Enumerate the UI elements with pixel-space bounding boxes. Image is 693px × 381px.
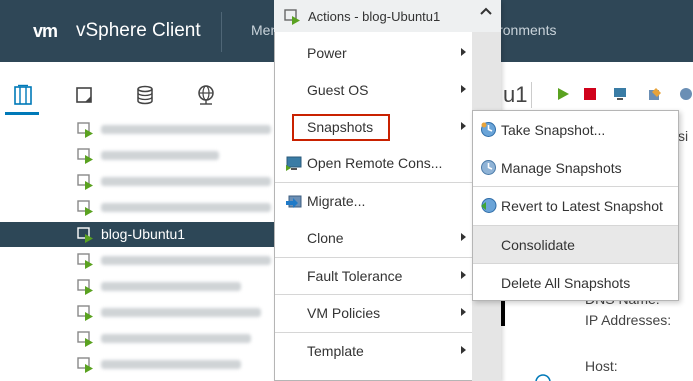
snapshots-highlight-box [292,114,390,141]
submenu-item-label: Manage Snapshots [501,160,622,176]
host-label: Host: [585,358,618,374]
vm-icon [77,200,93,216]
take-snapshot-icon [481,122,496,137]
submenu-arrow-icon [461,308,466,316]
revert-snapshot-icon [481,198,497,213]
menu-item-guest-os[interactable]: Guest OS [275,72,472,109]
edit-settings-icon[interactable] [648,87,662,101]
submenu-item-label: Delete All Snapshots [501,275,631,291]
menu-item-fault-tolerance[interactable]: Fault Tolerance [275,258,472,295]
redacted-vm-name [101,334,251,343]
submenu-item-label: Revert to Latest Snapshot [501,198,663,214]
submenu-item-delete-all-snapshots[interactable]: Delete All Snapshots [473,264,678,301]
redacted-vm-name [101,125,271,134]
power-off-icon[interactable] [583,87,597,101]
menu-item-label: VM Policies [307,305,381,321]
vm-icon [77,148,93,164]
menu-item-power[interactable]: Power [275,35,472,72]
submenu-arrow-icon [461,85,466,93]
remote-console-icon [286,156,302,171]
toolbar-divider [531,82,532,108]
menu-item-label: Fault Tolerance [307,268,403,284]
menu-item-label: Guest OS [307,82,369,98]
ip-addresses-label: IP Addresses: [585,312,672,328]
submenu-item-label: Take Snapshot... [501,122,606,138]
tree-item-vm[interactable] [0,169,275,194]
vm-icon [77,331,93,347]
vm-icon [77,357,93,373]
networking-icon[interactable] [195,84,217,106]
tree-item-vm[interactable] [0,352,275,377]
vm-icon [77,122,93,138]
tree-item-vm[interactable] [0,117,275,142]
vm-icon [77,227,93,243]
redacted-vm-name [101,308,261,317]
submenu-arrow-icon [461,233,466,241]
chevron-up-icon[interactable] [480,6,492,16]
tree-item-vm[interactable] [0,326,275,351]
hosts-and-clusters-icon[interactable] [12,84,34,106]
inventory-tabs [0,62,275,117]
header-divider [221,12,222,52]
tree-item-vm[interactable] [0,300,275,325]
menu-item-template[interactable]: Template [275,333,472,370]
menu-item-migrate[interactable]: Migrate... [275,183,472,220]
environments-link[interactable]: ironments [495,22,556,38]
vm-icon [77,279,93,295]
active-tab-indicator [5,112,39,115]
vm-icon [284,9,300,25]
submenu-item-label: Consolidate [501,237,575,253]
submenu-item-take-snapshot[interactable]: Take Snapshot... [473,111,678,148]
actions-menu-title: Actions - blog-Ubuntu1 [308,9,441,24]
menu-item-label: Migrate... [307,193,366,209]
redacted-vm-name [101,177,271,186]
submenu-arrow-icon [461,271,466,279]
app-title: vSphere Client [76,20,201,41]
submenu-arrow-icon [461,122,466,130]
redacted-vm-name [101,282,241,291]
tree-item-vm[interactable] [0,274,275,299]
menu-item-label: Template [307,343,364,359]
redacted-vm-name [101,151,219,160]
selected-vm-label: blog-Ubuntu1 [101,226,186,242]
info-icon [535,374,551,381]
submenu-arrow-icon [461,48,466,56]
tree-item-selected-vm[interactable]: blog-Ubuntu1 [0,222,275,247]
vms-and-templates-icon[interactable] [73,84,95,106]
tree-item-vm[interactable] [0,248,275,273]
tree-item-vm[interactable] [0,143,275,168]
power-on-icon[interactable] [556,87,570,101]
menu-item-vm-policies[interactable]: VM Policies [275,295,472,332]
storage-icon[interactable] [134,84,156,106]
menu-item-label: Open Remote Cons... [307,155,443,171]
migrate-icon [286,195,302,208]
menu-item-open-remote-console[interactable]: Open Remote Cons... [275,145,472,182]
redacted-vm-name [101,256,271,265]
partial-label: si [678,128,689,144]
submenu-arrow-icon [461,346,466,354]
redacted-vm-name [101,203,271,212]
actions-icon[interactable] [679,87,693,101]
inventory-tree: blog-Ubuntu1 [0,117,275,381]
console-icon[interactable] [613,87,627,101]
submenu-item-manage-snapshots[interactable]: Manage Snapshots [473,149,678,186]
submenu-item-consolidate[interactable]: Consolidate [473,226,678,263]
vm-title-fragment: u1 [503,82,528,107]
menu-item-clone[interactable]: Clone [275,220,472,257]
vmware-logo: vm [32,21,58,41]
manage-snapshots-icon [481,160,496,175]
redacted-vm-name [101,360,241,369]
menu-item-label: Clone [307,230,344,246]
tree-item-vm[interactable] [0,195,275,220]
submenu-item-revert-to-latest[interactable]: Revert to Latest Snapshot [473,187,678,224]
vm-icon [77,253,93,269]
vm-icon [77,174,93,190]
menu-item-label: Power [307,45,347,61]
vm-icon [77,305,93,321]
